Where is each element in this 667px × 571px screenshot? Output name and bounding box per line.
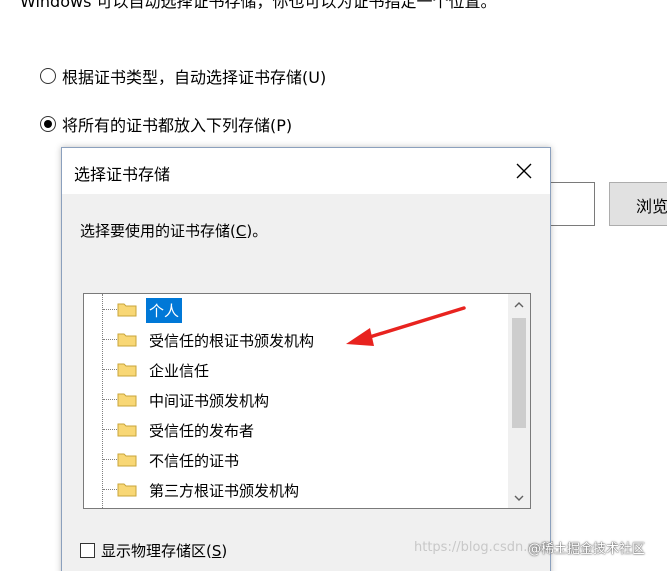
radio-manual-select[interactable]: 将所有的证书都放入下列存储(P) (40, 112, 292, 136)
show-physical-stores-checkbox[interactable]: 显示物理存储区(S) (80, 540, 227, 561)
tree-item-label: 第三方根证书颁发机构 (149, 482, 300, 500)
tree-branch (103, 489, 117, 490)
tree-branch (103, 369, 117, 370)
radio-auto-select-circle[interactable] (40, 68, 56, 84)
tree-branch (103, 339, 117, 340)
tree-item-label: 受信任的根证书颁发机构 (149, 332, 315, 350)
wizard-description: Windows 可以自动选择证书存储，你也可以为证书指定一个位置。 (20, 0, 497, 11)
store-prompt: 选择要使用的证书存储(C)。 (80, 220, 267, 241)
radio-auto-select[interactable]: 根据证书类型，自动选择证书存储(U) (40, 64, 326, 88)
folder-icon (117, 393, 137, 407)
store-prompt-prefix: 选择要使用的证书存储( (80, 222, 236, 240)
close-icon (516, 163, 532, 179)
show-physical-stores-label-prefix: 显示物理存储区( (101, 542, 212, 560)
radio-manual-select-circle[interactable] (40, 116, 56, 132)
show-physical-stores-label-key: S (211, 541, 222, 560)
folder-icon (117, 423, 137, 437)
tree-branch (103, 459, 117, 460)
scroll-thumb[interactable] (512, 318, 526, 428)
tree-item-label: 企业信任 (149, 362, 210, 380)
folder-icon (117, 453, 137, 467)
dialog-title: 选择证书存储 (74, 165, 171, 184)
select-certificate-store-dialog: 选择证书存储 选择要使用的证书存储(C)。 个人 受信任的根证书颁发机构 企业信… (61, 147, 551, 571)
tree-item-third-party-root[interactable]: 第三方根证书颁发机构 (84, 474, 504, 504)
folder-icon (117, 303, 137, 317)
show-physical-stores-box[interactable] (80, 543, 95, 558)
radio-auto-select-label: 根据证书类型，自动选择证书存储(U) (62, 68, 327, 87)
tree-item-label: 个人 (146, 298, 183, 323)
store-path-input[interactable] (548, 182, 595, 226)
tree-branch (103, 399, 117, 400)
store-prompt-key: C (235, 222, 247, 240)
tree-item-untrusted[interactable]: 不信任的证书 (84, 444, 504, 474)
browse-button[interactable]: 浏览 (609, 182, 667, 226)
tree-item-intermediate-ca[interactable]: 中间证书颁发机构 (84, 384, 504, 414)
radio-manual-select-label: 将所有的证书都放入下列存储(P) (62, 116, 293, 135)
tree-item-label: 中间证书颁发机构 (149, 392, 270, 410)
chevron-up-icon (514, 301, 524, 307)
close-button[interactable] (510, 158, 538, 184)
scroll-down-button[interactable] (508, 488, 530, 508)
tree-item-trusted-publishers[interactable]: 受信任的发布者 (84, 414, 504, 444)
scroll-up-button[interactable] (508, 294, 530, 314)
store-prompt-suffix: )。 (246, 222, 268, 240)
folder-icon (117, 483, 137, 497)
tree-scrollbar[interactable] (508, 294, 530, 508)
folder-icon (117, 363, 137, 377)
chevron-down-icon (514, 495, 524, 501)
show-physical-stores-label-suffix: ) (221, 541, 228, 560)
tree-item-enterprise-trust[interactable]: 企业信任 (84, 354, 504, 384)
tree-item-label: 不信任的证书 (149, 452, 240, 470)
tree-branch (103, 429, 117, 430)
red-arrow-annotation (346, 306, 466, 346)
dialog-titlebar: 选择证书存储 (62, 148, 550, 194)
tree-branch (103, 309, 117, 310)
folder-icon (117, 333, 137, 347)
watermark-brand: @稀土掘金技术社区 (528, 542, 646, 557)
tree-item-label: 受信任的发布者 (149, 422, 255, 440)
screenshot: Windows 可以自动选择证书存储，你也可以为证书指定一个位置。 根据证书类型… (0, 0, 667, 571)
